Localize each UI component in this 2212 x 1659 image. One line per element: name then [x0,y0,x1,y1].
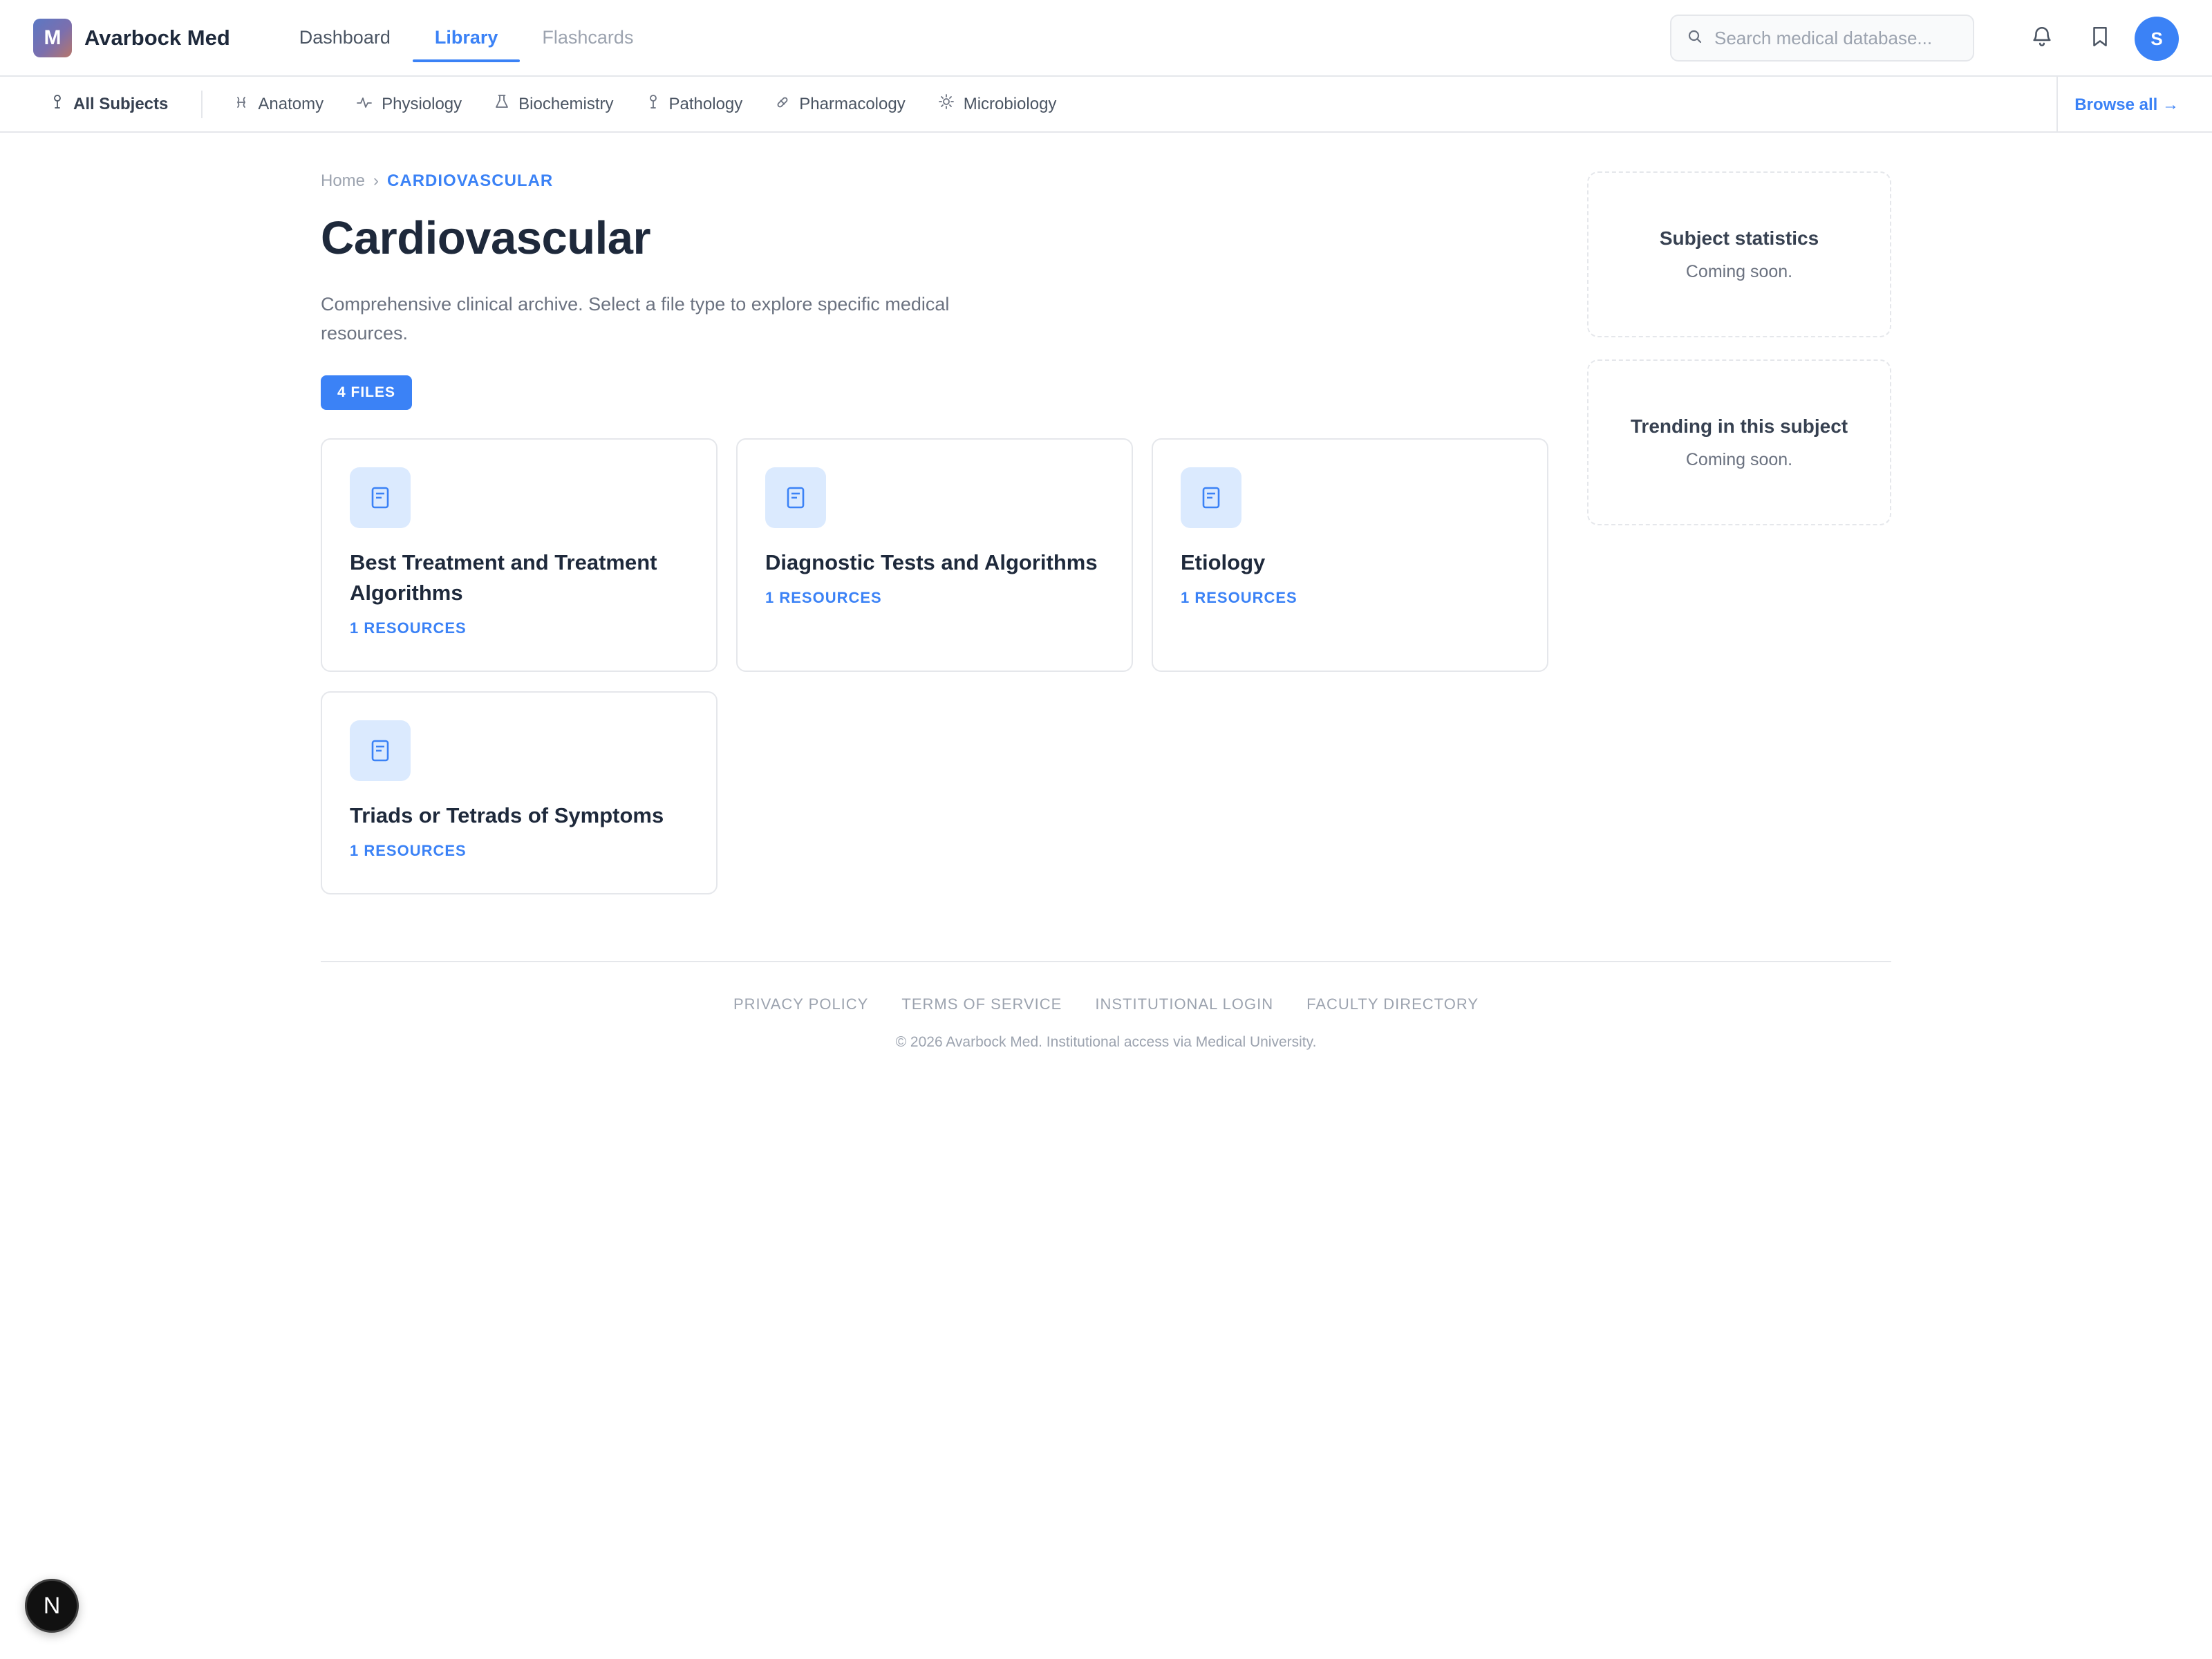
file-card-title: Diagnostic Tests and Algorithms [765,550,1098,574]
nav-flashcards[interactable]: Flashcards [520,0,655,76]
search-input[interactable] [1714,27,1963,49]
subject-divider [201,90,203,118]
pulse-icon [357,95,382,114]
footer-faculty-directory-link[interactable]: FACULTY DIRECTORY [1306,995,1479,1013]
trending-subtitle: Coming soon. [1685,449,1793,469]
subject-pharmacology[interactable]: Pharmacology [776,94,906,114]
breadcrumb-separator: › [373,171,379,190]
footer-institutional-login-link[interactable]: INSTITUTIONAL LOGIN [1095,995,1273,1013]
subject-biochemistry-label: Biochemistry [518,94,614,113]
nav-library[interactable]: Library [412,0,521,76]
top-navbar: M Avarbock Med Dashboard Library Flashca… [0,0,2212,77]
file-card-title: Triads or Tetrads of Symptoms [350,803,664,827]
bone-icon [234,95,258,114]
subject-microbiology[interactable]: Microbiology [938,94,1057,114]
subject-anatomy[interactable]: Anatomy [234,95,324,114]
breadcrumb-current: CARDIOVASCULAR [387,171,554,190]
brand-logo[interactable]: M [33,18,72,57]
file-card[interactable]: Best Treatment and Treatment Algorithms … [321,438,718,672]
sun-icon [938,94,964,114]
subject-microbiology-label: Microbiology [963,94,1057,113]
main-content: Home › CARDIOVASCULAR Cardiovascular Com… [321,171,1548,894]
user-avatar[interactable]: S [2135,17,2179,61]
bookmarks-button[interactable] [2081,19,2119,57]
subject-statistics-title: Subject statistics [1659,227,1819,249]
bell-icon [2030,25,2054,52]
footer-links: PRIVACY POLICY TERMS OF SERVICE INSTITUT… [321,995,1891,1013]
footer-privacy-link[interactable]: PRIVACY POLICY [733,995,868,1013]
file-card[interactable]: Etiology 1 RESOURCES [1152,438,1548,672]
subject-pharmacology-label: Pharmacology [799,94,906,113]
file-count-badge: 4 FILES [321,375,413,410]
file-card[interactable]: Diagnostic Tests and Algorithms 1 RESOUR… [736,438,1133,672]
page-description: Comprehensive clinical archive. Select a… [321,294,950,344]
copyright: © 2026 Avarbock Med. Institutional acces… [895,1034,1317,1050]
subject-all-label: All Subjects [73,94,169,113]
person-icon [51,94,73,114]
file-card-resources: 1 RESOURCES [765,589,882,606]
browse-all-link[interactable]: Browse all → [2056,77,2179,133]
trending-title: Trending in this subject [1630,415,1848,437]
document-icon [350,720,411,781]
subject-pathology[interactable]: Pathology [647,94,743,114]
file-card[interactable]: Triads or Tetrads of Symptoms 1 RESOURCE… [321,691,718,894]
subject-all[interactable]: All Subjects [51,94,168,114]
bookmark-icon [2088,25,2112,52]
brand[interactable]: M Avarbock Med [33,18,230,57]
breadcrumb-home[interactable]: Home [321,171,365,191]
microscope-icon [647,94,669,114]
document-icon [1181,467,1241,528]
search-icon [1687,28,1703,48]
subject-statistics-panel: Subject statistics Coming soon. [1587,171,1891,337]
file-card-title: Best Treatment and Treatment Algorithms [350,550,657,605]
file-card-resources: 1 RESOURCES [350,842,467,859]
notifications-button[interactable] [2023,19,2061,57]
document-icon [350,467,411,528]
file-card-resources: 1 RESOURCES [350,619,467,637]
flask-icon [495,94,518,114]
subject-biochemistry[interactable]: Biochemistry [495,94,614,114]
search-box[interactable] [1670,15,1974,62]
footer-divider [321,961,1891,962]
brand-name[interactable]: Avarbock Med [84,26,230,50]
file-card-title: Etiology [1181,550,1266,574]
dev-tools-badge[interactable]: N [25,1579,79,1633]
breadcrumb: Home › CARDIOVASCULAR [321,171,1548,191]
subject-bar: All Subjects Anatomy Physiology Biochemi… [0,77,2212,133]
main-nav: Dashboard Library Flashcards [277,0,656,76]
subject-anatomy-label: Anatomy [258,94,324,113]
subject-physiology[interactable]: Physiology [357,95,462,114]
document-icon [765,467,826,528]
subject-pathology-label: Pathology [668,94,743,113]
page-title: Cardiovascular [321,212,651,264]
subject-statistics-subtitle: Coming soon. [1685,261,1793,281]
subject-physiology-label: Physiology [382,94,462,113]
nav-dashboard[interactable]: Dashboard [277,0,413,76]
file-card-resources: 1 RESOURCES [1181,589,1297,606]
pill-icon [776,95,799,114]
footer-terms-link[interactable]: TERMS OF SERVICE [901,995,1062,1013]
trending-panel: Trending in this subject Coming soon. [1587,359,1891,525]
